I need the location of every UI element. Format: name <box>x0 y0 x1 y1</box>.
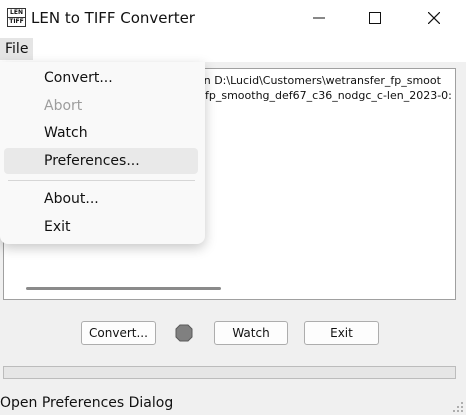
status-text: Open Preferences Dialog <box>0 395 174 411</box>
status-indicator-icon <box>175 324 193 342</box>
menu-item-about[interactable]: About... <box>4 186 198 212</box>
menu-item-convert[interactable]: Convert... <box>4 65 198 91</box>
minimize-icon <box>313 17 325 19</box>
menu-bar <box>0 36 466 62</box>
app-icon: LEN TIFF <box>7 8 26 27</box>
status-indicator <box>172 321 196 345</box>
window-title: LEN to TIFF Converter <box>31 9 195 27</box>
watch-button[interactable]: Watch <box>214 321 288 345</box>
log-line: on D:\Lucid\Customers\wetransfer_fp_smoo… <box>197 74 441 87</box>
exit-button[interactable]: Exit <box>304 321 379 345</box>
resize-grip-icon[interactable] <box>452 401 464 413</box>
app-icon-text-top: LEN <box>8 9 25 18</box>
menu-file[interactable]: File <box>0 38 33 60</box>
convert-button[interactable]: Convert... <box>81 321 156 345</box>
maximize-icon <box>369 12 381 24</box>
menu-item-exit[interactable]: Exit <box>4 214 198 240</box>
close-icon <box>428 12 440 24</box>
menu-item-abort: Abort <box>44 98 83 114</box>
close-button[interactable] <box>405 0 463 36</box>
log-line: fp_smoothg_def67_c36_nodgc_c-len_2023-0: <box>205 89 452 102</box>
maximize-button[interactable] <box>346 0 404 36</box>
progress-bar <box>3 366 456 379</box>
menu-item-watch[interactable]: Watch <box>4 120 198 146</box>
title-bar[interactable]: LEN TIFF LEN to TIFF Converter <box>0 0 466 36</box>
horizontal-scrollbar-thumb[interactable] <box>26 287 221 290</box>
menu-item-preferences[interactable]: Preferences... <box>4 148 198 174</box>
app-icon-text-bottom: TIFF <box>9 18 24 25</box>
menu-separator <box>8 180 195 181</box>
minimize-button[interactable] <box>290 0 348 36</box>
file-menu-dropdown: Convert... Abort Watch Preferences... Ab… <box>0 62 205 244</box>
